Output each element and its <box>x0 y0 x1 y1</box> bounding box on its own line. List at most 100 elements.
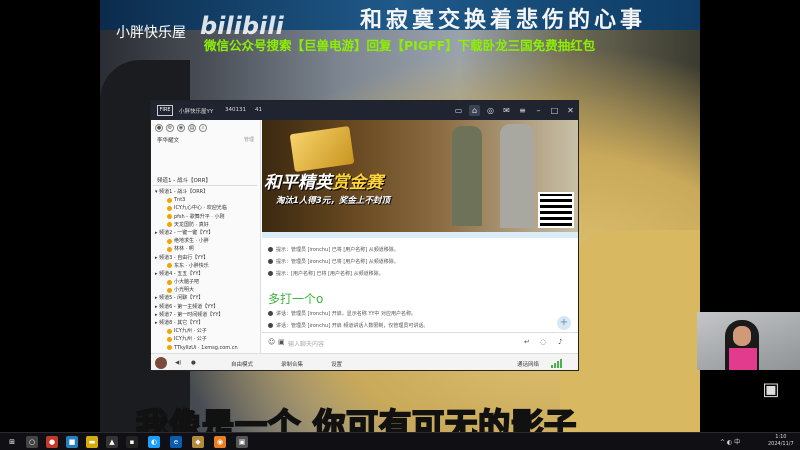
emoji-icon[interactable]: ☺ <box>268 338 275 346</box>
channel-tree: ▾ 频道1 - 战斗【ORR】 Tnt3 ICY九心中心 · 欢迎光临 pfsh - … <box>155 188 259 352</box>
speaker-icon[interactable]: ◀) <box>175 360 181 366</box>
user-avatar-icon <box>167 222 172 228</box>
signal-icon <box>551 359 562 368</box>
gamepad-icon[interactable]: ◎ <box>485 105 496 116</box>
tree-label: 小大脑子吧 <box>174 279 200 286</box>
tree-label: ICY九州 · 公子 <box>174 328 207 335</box>
tree-label: 小光明大 <box>174 287 195 294</box>
channel-item[interactable]: ▸ 频道6 - 第一主频道【YY】 <box>155 303 259 311</box>
minimize-icon[interactable]: – <box>533 105 544 116</box>
app-icon[interactable]: ● <box>46 436 58 448</box>
chat-bubble-icon[interactable]: ◌ <box>540 338 546 346</box>
bilibili-tv-icon: ▣ <box>762 379 780 400</box>
screen-icon[interactable]: ▭ <box>453 105 464 116</box>
mail-icon[interactable]: ✉ <box>501 105 512 116</box>
channel-item[interactable]: ▸ 频道7 - 第一时间频道【YY】 <box>155 311 259 319</box>
bookmark-icon[interactable]: ▤ <box>188 124 196 132</box>
channel-user[interactable]: 东东 · 小胖快乐 <box>155 262 259 270</box>
channel-item[interactable]: ▸ 频道8 - 其它【YY】 <box>155 319 259 327</box>
channel-user[interactable]: 绝地求生 · 小胖 <box>155 237 259 245</box>
video-subtitle: 我像是一个 你可有可无的影子 <box>136 405 578 432</box>
app-icon[interactable]: ■ <box>66 436 78 448</box>
mode-label[interactable]: 自由模式 <box>231 360 253 368</box>
menu-icon[interactable]: ≡ <box>517 105 528 116</box>
channel-title: 小胖快乐屋YY <box>179 109 214 115</box>
app-icon[interactable]: ▣ <box>236 436 248 448</box>
user-icon[interactable]: ● <box>155 124 163 132</box>
tree-label: ▸ 频道3 - 自由行【YY】 <box>155 254 209 261</box>
gold-bars-image <box>289 126 355 172</box>
tray-icons[interactable]: ^ ◐ 中 <box>720 437 740 446</box>
app-icon[interactable]: ◉ <box>214 436 226 448</box>
channel-item[interactable]: ▸ 频道4 - 五五【YY】 <box>155 270 259 278</box>
maximize-icon[interactable]: □ <box>549 105 560 116</box>
lyric-text: 和寂寞交换着悲伤的心事 <box>360 7 647 33</box>
user-avatar-icon <box>167 279 172 285</box>
channel-user[interactable]: TTkyIIzUi · 1xmsg.com.cn <box>155 344 259 352</box>
qr-code <box>538 192 574 228</box>
edge-icon[interactable]: e <box>170 436 182 448</box>
location-icon[interactable]: ◉ <box>177 124 185 132</box>
app-icon[interactable]: ▪ <box>126 436 138 448</box>
tree-label: ▸ 频道4 - 五五【YY】 <box>155 270 204 277</box>
channel-user[interactable]: 小大脑子吧 <box>155 278 259 286</box>
search-icon[interactable]: ○ <box>26 436 38 448</box>
record-label[interactable]: 录制合集 <box>281 360 303 368</box>
image-icon[interactable]: ▣ <box>278 338 285 346</box>
channel-item[interactable]: ▸ 频道5 - 闲聊【YY】 <box>155 294 259 302</box>
channel-item[interactable]: ▸ 频道3 - 自由行【YY】 <box>155 254 259 262</box>
add-icon[interactable]: + <box>557 316 571 330</box>
tree-label: ICY九心中心 · 欢迎光临 <box>174 205 227 212</box>
streamer-shirt <box>729 348 757 370</box>
channel-user[interactable]: ICY九州 · 公子 <box>155 327 259 335</box>
close-icon[interactable]: ✕ <box>565 105 576 116</box>
folder-icon[interactable]: ▬ <box>86 436 98 448</box>
start-icon[interactable]: ⊞ <box>6 436 18 448</box>
channel-header[interactable]: 频道1 - 战斗【ORR】 <box>153 176 257 186</box>
search-icon[interactable]: ⌕ <box>199 124 207 132</box>
channel-item[interactable]: ▾ 频道1 - 战斗【ORR】 <box>155 188 259 196</box>
user-avatar-icon <box>167 287 172 293</box>
mic-toggle-icon[interactable]: ♪ <box>558 338 562 346</box>
channel-item[interactable]: ▸ 频道2 - 一键一键【YY】 <box>155 229 259 237</box>
soldier-figure <box>452 126 482 226</box>
clock[interactable]: 1:10 2024/11/7 <box>768 434 794 448</box>
tree-label: TTkyIIzUi · 1xmsg.com.cn <box>174 344 238 351</box>
steam-icon[interactable]: ◐ <box>148 436 160 448</box>
tree-label: Tnt3 <box>174 197 186 204</box>
tree-label: ▸ 频道2 - 一键一键【YY】 <box>155 229 214 236</box>
status-bar: ◀) ● 自由模式 录制合集 设置 通话网络 <box>151 353 578 370</box>
tree-label: ▸ 频道7 - 第一时间频道【YY】 <box>155 311 224 318</box>
chat-input[interactable]: 输入聊天内容 <box>288 339 324 348</box>
app-icon[interactable]: ◆ <box>192 436 204 448</box>
mic-icon[interactable]: ● <box>191 360 196 366</box>
title-bar: FIRE 小胖快乐屋YY 340131 41 ▭ ⌂ ◎ ✉ ≡ – □ ✕ <box>151 101 578 120</box>
tree-label: 天龙国防 · 真好 <box>174 221 209 228</box>
sidebar-toolbar: ● ⚙ ◉ ▤ ⌕ <box>155 124 207 132</box>
home-icon[interactable]: ⌂ <box>469 105 480 116</box>
channel-user[interactable]: 小光明大 <box>155 286 259 294</box>
tree-label: ICY九州 · 公子 <box>174 336 207 343</box>
send-icon[interactable]: ↵ <box>524 338 530 346</box>
ad-banner[interactable]: 和平精英赏金赛 淘汰1人得3元，奖金上不封顶 <box>262 120 578 232</box>
app-icon[interactable]: ▲ <box>106 436 118 448</box>
webcam-feed <box>697 312 800 370</box>
channel-user[interactable]: 林林 · 啊 <box>155 245 259 253</box>
current-user: 李华耀文 <box>157 138 180 144</box>
manage-link[interactable]: 管理 <box>244 136 254 143</box>
chat-area: 提示：管理员 [ironchu] 已将 [用户名称] 从频道移除。 提示：管理员… <box>262 232 578 332</box>
avatar[interactable] <box>155 357 167 369</box>
soldier-figure <box>500 124 534 228</box>
settings-icon[interactable]: ⚙ <box>166 124 174 132</box>
user-avatar-icon <box>167 214 172 220</box>
banner-headline: 和平精英赏金赛 <box>264 173 383 193</box>
channel-user[interactable]: 天龙国防 · 真好 <box>155 221 259 229</box>
channel-user[interactable]: ICY九州 · 公子 <box>155 335 259 343</box>
channel-user[interactable]: pfsh - 歌舞升平 · 小刚 <box>155 213 259 221</box>
settings-label[interactable]: 设置 <box>331 360 342 368</box>
promo-text: 微信公众号搜索【巨兽电游】回复【PIGFF】下载卧龙三国免费抽红包 <box>204 38 596 53</box>
channel-user[interactable]: Tnt3 <box>155 196 259 204</box>
channel-name: 小胖快乐屋 <box>116 25 186 41</box>
user-avatar-icon <box>167 345 172 351</box>
channel-user[interactable]: ICY九心中心 · 欢迎光临 <box>155 204 259 212</box>
